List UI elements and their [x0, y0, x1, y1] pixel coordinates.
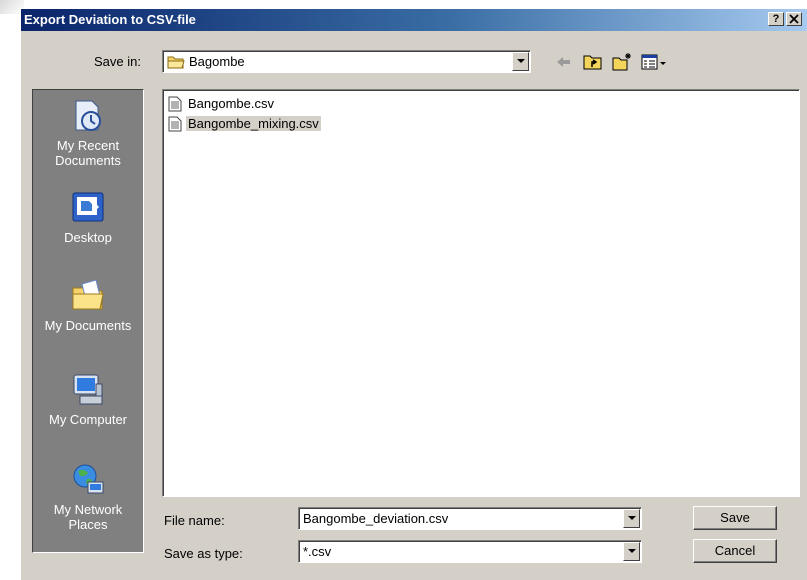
- save-as-type-select[interactable]: *.csv: [298, 540, 642, 563]
- save-as-type-dropdown-button[interactable]: [623, 542, 640, 561]
- title-bar[interactable]: Export Deviation to CSV-file ?: [21, 9, 807, 31]
- up-one-level-icon: [583, 55, 602, 70]
- place-label: My Network Places: [53, 502, 123, 532]
- save-in-value: Bagombe: [189, 54, 245, 69]
- my-recent-documents-icon: [75, 100, 101, 131]
- save-as-type-label: Save as type:: [164, 546, 243, 561]
- save-in-label: Save in:: [94, 54, 141, 69]
- cancel-button[interactable]: Cancel: [693, 539, 777, 563]
- file-name-text: Bangombe_mixing.csv: [186, 116, 321, 131]
- my-network-places-icon: [73, 464, 104, 494]
- place-my-documents[interactable]: My Documents: [33, 278, 143, 333]
- save-in-dropdown-button[interactable]: [512, 52, 529, 71]
- save-as-type-value: *.csv: [303, 544, 332, 559]
- help-button[interactable]: ?: [768, 12, 784, 26]
- dialog-title: Export Deviation to CSV-file: [24, 12, 196, 27]
- place-label: My Documents: [44, 318, 132, 333]
- csv-file-icon: [168, 116, 182, 132]
- csv-file-icon: [168, 96, 182, 112]
- desktop-icon: [72, 192, 104, 222]
- back-button[interactable]: [553, 51, 575, 73]
- my-documents-icon: [72, 279, 104, 310]
- file-name-value: Bangombe_deviation.csv: [303, 511, 449, 526]
- new-folder-button[interactable]: [611, 51, 633, 73]
- file-name-dropdown-button[interactable]: [623, 509, 640, 528]
- places-bar: My Recent Documents Desktop My Documents: [32, 89, 144, 553]
- save-in-select[interactable]: Bagombe: [162, 50, 531, 73]
- place-label: My Recent Documents: [55, 138, 121, 168]
- place-label: My Computer: [48, 412, 128, 427]
- my-computer-icon: [73, 374, 103, 405]
- folder-icon: [167, 56, 185, 69]
- place-my-network-places[interactable]: My Network Places: [33, 462, 143, 532]
- file-name-input[interactable]: Bangombe_deviation.csv: [298, 507, 642, 530]
- place-my-recent-documents[interactable]: My Recent Documents: [33, 98, 143, 168]
- back-arrow-icon: [557, 57, 570, 67]
- close-button[interactable]: [786, 12, 802, 26]
- file-name-label: File name:: [164, 513, 225, 528]
- up-one-level-button[interactable]: [582, 51, 604, 73]
- save-button[interactable]: Save: [693, 506, 777, 530]
- place-desktop[interactable]: Desktop: [33, 190, 143, 245]
- view-menu-button[interactable]: [640, 51, 670, 73]
- place-my-computer[interactable]: My Computer: [33, 372, 143, 427]
- close-icon: [789, 14, 799, 24]
- place-label: Desktop: [64, 230, 112, 245]
- view-menu-icon: [641, 54, 666, 70]
- file-name-text: Bangombe.csv: [188, 96, 274, 111]
- save-dialog: Export Deviation to CSV-file ? Save in: …: [20, 8, 807, 580]
- file-list[interactable]: Bangombe.csv Bangombe_mixing.csv: [162, 89, 800, 497]
- new-folder-icon: [612, 53, 631, 71]
